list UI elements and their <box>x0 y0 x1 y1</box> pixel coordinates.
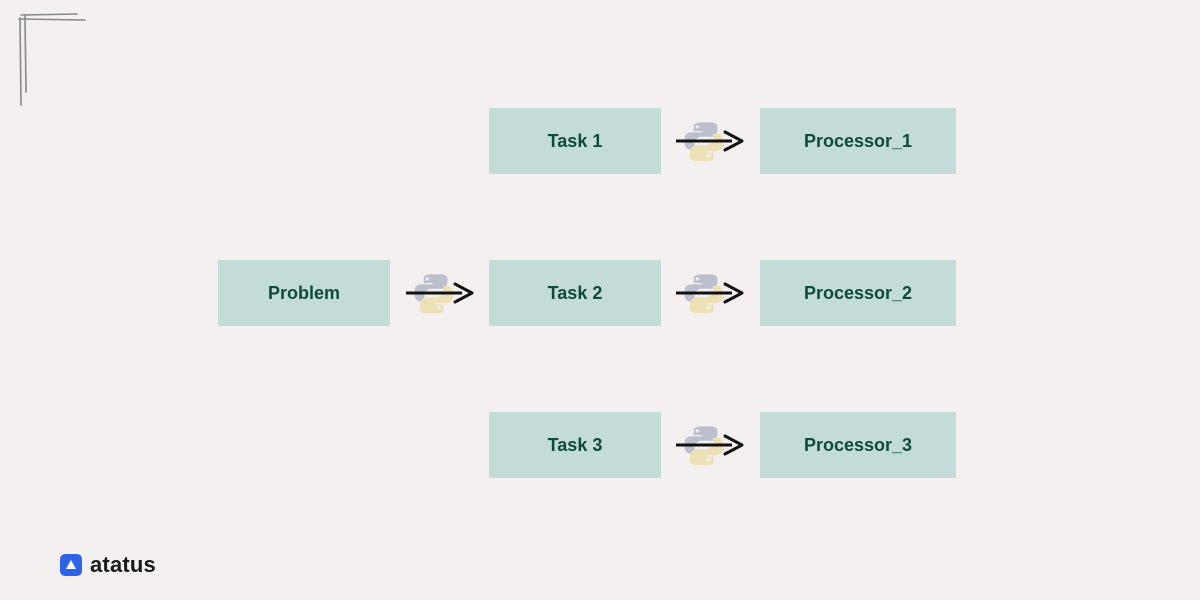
processor-3-box: Processor_3 <box>760 412 956 478</box>
arrow-icon <box>670 118 750 164</box>
arrow-icon <box>400 270 480 316</box>
processor-2-label: Processor_2 <box>804 283 912 304</box>
sketch-corner-decoration <box>15 10 95 110</box>
task-1-label: Task 1 <box>548 131 603 152</box>
problem-box: Problem <box>218 260 390 326</box>
arrow-problem-to-tasks <box>400 270 480 316</box>
task-3-box: Task 3 <box>489 412 661 478</box>
problem-label: Problem <box>268 283 340 304</box>
arrow-task1-to-proc1 <box>670 118 750 164</box>
arrow-icon <box>670 270 750 316</box>
processor-1-label: Processor_1 <box>804 131 912 152</box>
processor-1-box: Processor_1 <box>760 108 956 174</box>
arrow-icon <box>670 422 750 468</box>
task-2-label: Task 2 <box>548 283 603 304</box>
task-3-label: Task 3 <box>548 435 603 456</box>
task-1-box: Task 1 <box>489 108 661 174</box>
task-2-box: Task 2 <box>489 260 661 326</box>
arrow-task3-to-proc3 <box>670 422 750 468</box>
processor-2-box: Processor_2 <box>760 260 956 326</box>
brand-logo-mark <box>60 554 82 576</box>
brand-logo: atatus <box>60 552 156 578</box>
arrow-task2-to-proc2 <box>670 270 750 316</box>
processor-3-label: Processor_3 <box>804 435 912 456</box>
brand-logo-triangle-icon <box>65 559 77 571</box>
brand-logo-text: atatus <box>90 552 156 578</box>
